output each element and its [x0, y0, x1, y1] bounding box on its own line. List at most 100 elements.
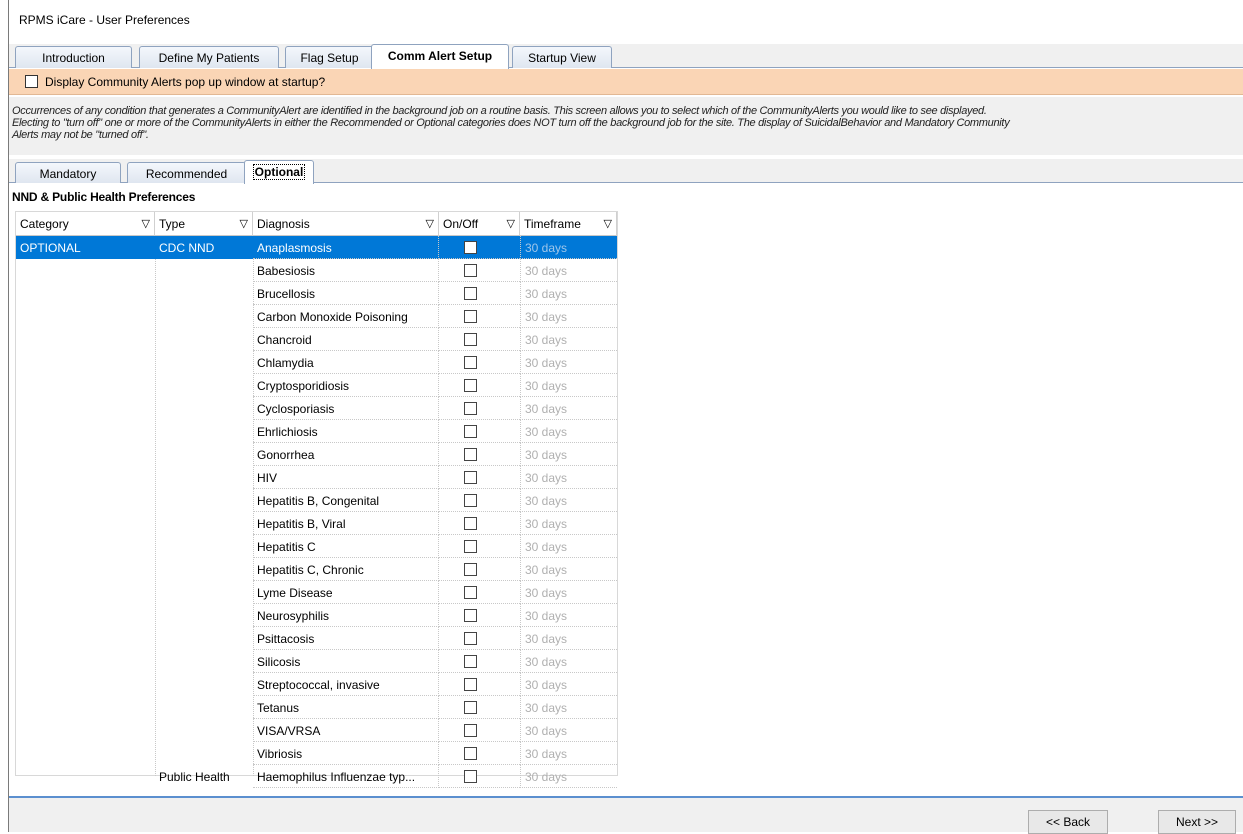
table-row[interactable]: Hepatitis C, Chronic 30 days — [16, 558, 617, 581]
tab-comm-alert-setup[interactable]: Comm Alert Setup — [371, 44, 509, 69]
tab-mandatory[interactable]: Mandatory — [15, 162, 121, 183]
cell-category — [16, 374, 155, 397]
table-row[interactable]: Hepatitis C 30 days — [16, 535, 617, 558]
cell-on-off — [439, 489, 520, 512]
table-row[interactable]: Cyclosporiasis 30 days — [16, 397, 617, 420]
table-row[interactable]: Tetanus 30 days — [16, 696, 617, 719]
wizard-footer: << Back Next >> — [9, 796, 1243, 834]
on-off-checkbox[interactable] — [464, 264, 477, 277]
preferences-grid: Category ▽ Type ▽ Diagnosis ▽ On/Off ▽ T… — [15, 211, 618, 788]
cell-on-off — [439, 259, 520, 282]
tab-optional[interactable]: Optional — [244, 160, 314, 184]
on-off-checkbox[interactable] — [464, 402, 477, 415]
column-header-label: Type — [159, 217, 186, 231]
table-row[interactable]: Silicosis 30 days — [16, 650, 617, 673]
table-row[interactable]: Cryptosporidiosis 30 days — [16, 374, 617, 397]
table-row[interactable]: Hepatitis B, Congenital 30 days — [16, 489, 617, 512]
table-row[interactable]: Carbon Monoxide Poisoning 30 days — [16, 305, 617, 328]
on-off-checkbox[interactable] — [464, 540, 477, 553]
on-off-checkbox[interactable] — [464, 747, 477, 760]
on-off-checkbox[interactable] — [464, 609, 477, 622]
cell-type — [155, 627, 253, 650]
on-off-checkbox[interactable] — [464, 241, 477, 254]
on-off-checkbox[interactable] — [464, 586, 477, 599]
cell-on-off — [439, 305, 520, 328]
on-off-checkbox[interactable] — [464, 425, 477, 438]
on-off-checkbox[interactable] — [464, 471, 477, 484]
column-header-diagnosis[interactable]: Diagnosis ▽ — [253, 212, 439, 236]
table-row[interactable]: Ehrlichiosis 30 days — [16, 420, 617, 443]
cell-type — [155, 512, 253, 535]
tab-optional-label: Optional — [252, 164, 306, 180]
popup-at-startup-label[interactable]: Display Community Alerts pop up window a… — [45, 75, 325, 89]
filter-icon[interactable]: ▽ — [426, 217, 434, 230]
cell-type — [155, 489, 253, 512]
filter-icon[interactable]: ▽ — [507, 217, 515, 230]
cell-category — [16, 581, 155, 604]
cell-type — [155, 742, 253, 765]
on-off-checkbox[interactable] — [464, 333, 477, 346]
tab-flag-setup[interactable]: Flag Setup — [285, 46, 374, 68]
popup-at-startup-checkbox[interactable] — [25, 75, 38, 88]
on-off-checkbox[interactable] — [464, 448, 477, 461]
on-off-checkbox[interactable] — [464, 287, 477, 300]
on-off-checkbox[interactable] — [464, 632, 477, 645]
table-row[interactable]: Babesiosis 30 days — [16, 259, 617, 282]
on-off-checkbox[interactable] — [464, 678, 477, 691]
cell-on-off — [439, 397, 520, 420]
on-off-checkbox[interactable] — [464, 310, 477, 323]
on-off-checkbox[interactable] — [464, 517, 477, 530]
table-row[interactable]: OPTIONAL CDC NND Anaplasmosis 30 days — [16, 236, 617, 259]
cell-diagnosis: Hepatitis C, Chronic — [253, 558, 439, 581]
cell-timeframe: 30 days — [520, 328, 617, 351]
table-row[interactable]: Chlamydia 30 days — [16, 351, 617, 374]
column-header-category[interactable]: Category ▽ — [16, 212, 155, 236]
column-header-timeframe[interactable]: Timeframe ▽ — [520, 212, 617, 236]
back-button[interactable]: << Back — [1028, 810, 1108, 834]
on-off-checkbox[interactable] — [464, 356, 477, 369]
table-row[interactable]: Hepatitis B, Viral 30 days — [16, 512, 617, 535]
table-row[interactable]: Chancroid 30 days — [16, 328, 617, 351]
cell-category — [16, 282, 155, 305]
table-row[interactable]: Psittacosis 30 days — [16, 627, 617, 650]
column-header-label: Timeframe — [524, 217, 581, 231]
title-bar: RPMS iCare - User Preferences — [9, 0, 1243, 40]
on-off-checkbox[interactable] — [464, 724, 477, 737]
table-row[interactable]: Gonorrhea 30 days — [16, 443, 617, 466]
column-header-on-off[interactable]: On/Off ▽ — [439, 212, 520, 236]
tab-define-my-patients[interactable]: Define My Patients — [139, 46, 279, 68]
cell-category — [16, 259, 155, 282]
table-row[interactable]: Streptococcal, invasive 30 days — [16, 673, 617, 696]
on-off-checkbox[interactable] — [464, 655, 477, 668]
filter-icon[interactable]: ▽ — [240, 217, 248, 230]
on-off-checkbox[interactable] — [464, 494, 477, 507]
cell-on-off — [439, 719, 520, 742]
next-button[interactable]: Next >> — [1158, 810, 1236, 834]
filter-icon[interactable]: ▽ — [142, 217, 150, 230]
table-row[interactable]: Lyme Disease 30 days — [16, 581, 617, 604]
cell-timeframe: 30 days — [520, 742, 617, 765]
table-row[interactable]: Vibriosis 30 days — [16, 742, 617, 765]
cell-diagnosis: Silicosis — [253, 650, 439, 673]
tab-startup-view[interactable]: Startup View — [512, 46, 612, 68]
cell-on-off — [439, 351, 520, 374]
table-row[interactable]: Neurosyphilis 30 days — [16, 604, 617, 627]
table-row[interactable]: Brucellosis 30 days — [16, 282, 617, 305]
cell-category — [16, 558, 155, 581]
cell-type — [155, 443, 253, 466]
on-off-checkbox[interactable] — [464, 770, 477, 783]
table-row[interactable]: Public Health Haemophilus Influenzae typ.… — [16, 765, 617, 788]
table-row[interactable]: VISA/VRSA 30 days — [16, 719, 617, 742]
column-header-type[interactable]: Type ▽ — [155, 212, 253, 236]
tab-recommended[interactable]: Recommended — [127, 162, 246, 183]
cell-on-off — [439, 696, 520, 719]
on-off-checkbox[interactable] — [464, 379, 477, 392]
on-off-checkbox[interactable] — [464, 563, 477, 576]
table-row[interactable]: HIV 30 days — [16, 466, 617, 489]
tab-introduction[interactable]: Introduction — [15, 46, 132, 68]
cell-diagnosis: Chlamydia — [253, 351, 439, 374]
on-off-checkbox[interactable] — [464, 701, 477, 714]
cell-timeframe: 30 days — [520, 305, 617, 328]
filter-icon[interactable]: ▽ — [604, 217, 612, 230]
cell-type — [155, 673, 253, 696]
